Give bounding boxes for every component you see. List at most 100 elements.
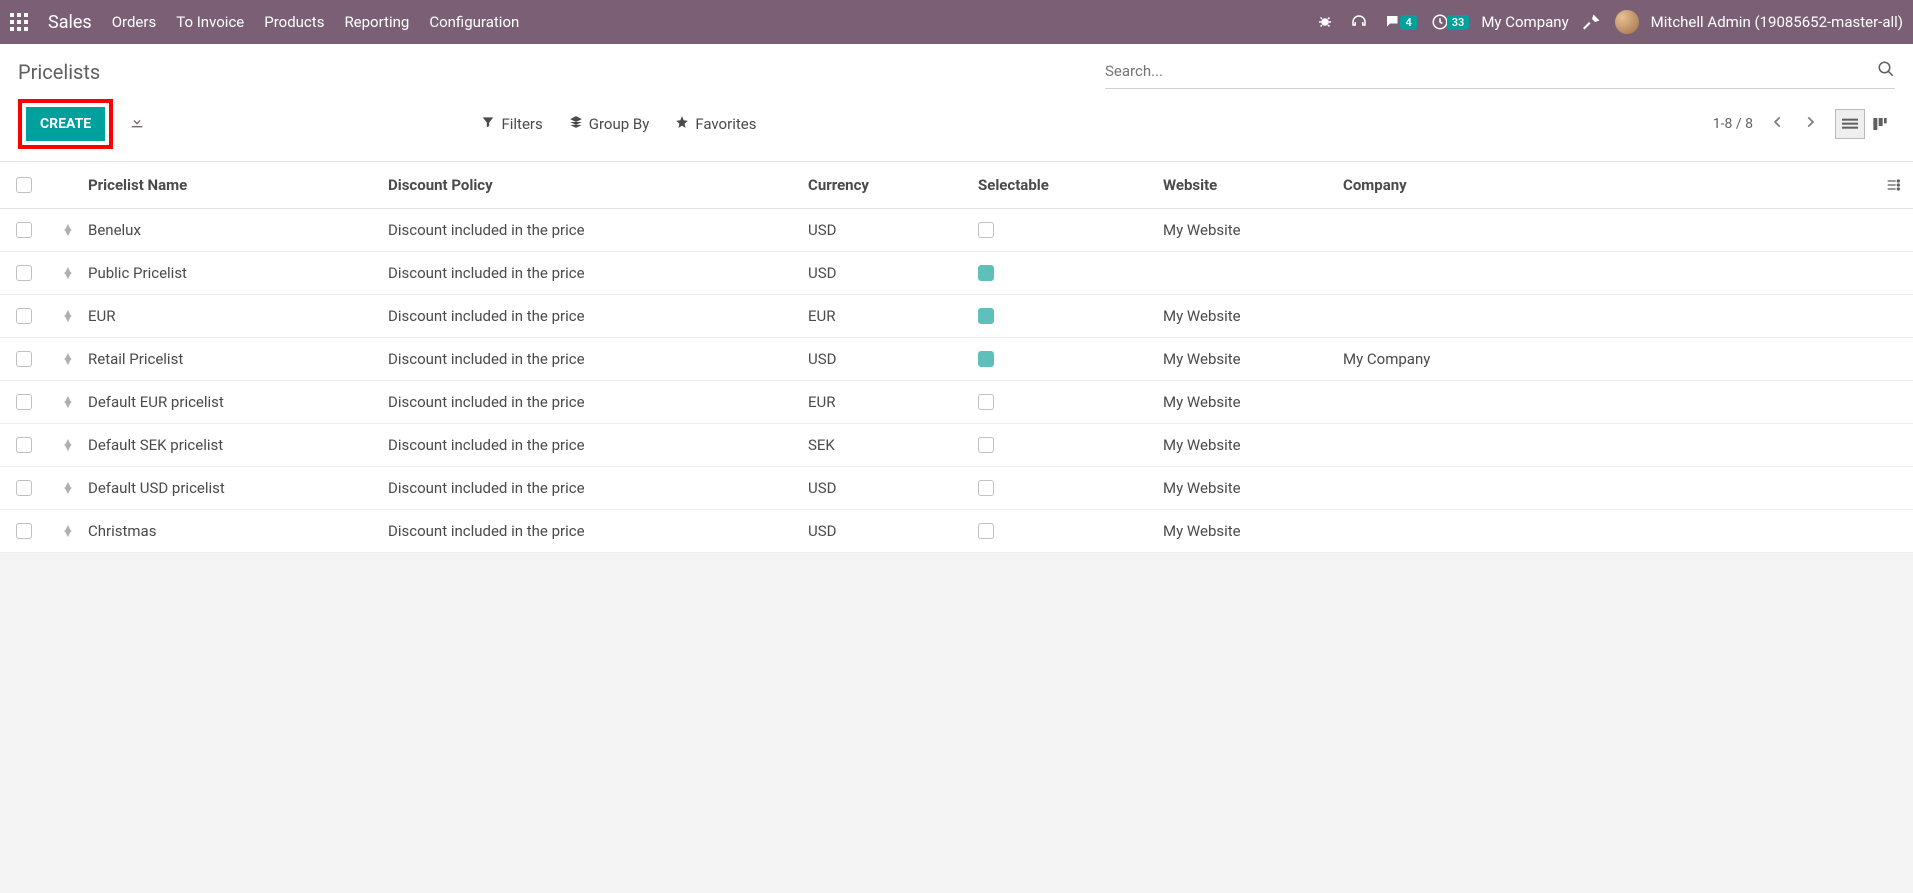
apps-icon[interactable] xyxy=(10,13,28,31)
create-highlight: CREATE xyxy=(18,99,113,149)
cell-curr: SEK xyxy=(808,436,978,454)
top-navbar: Sales Orders To Invoice Products Reporti… xyxy=(0,0,1913,44)
table-row[interactable]: ▲▼Default SEK pricelistDiscount included… xyxy=(0,424,1913,467)
nav-reporting[interactable]: Reporting xyxy=(344,13,409,31)
groupby-label: Group By xyxy=(589,115,650,133)
table-row[interactable]: ▲▼Default EUR pricelistDiscount included… xyxy=(0,381,1913,424)
cell-web: My Website xyxy=(1163,307,1343,325)
table-row[interactable]: ▲▼Default USD pricelistDiscount included… xyxy=(0,467,1913,510)
drag-handle-icon[interactable]: ▲▼ xyxy=(48,483,88,493)
col-comp[interactable]: Company xyxy=(1343,176,1873,194)
cell-disc: Discount included in the price xyxy=(388,479,808,497)
drag-handle-icon[interactable]: ▲▼ xyxy=(48,311,88,321)
drag-handle-icon[interactable]: ▲▼ xyxy=(48,225,88,235)
favorites-button[interactable]: Favorites xyxy=(675,115,756,133)
cell-name: Public Pricelist xyxy=(88,264,388,282)
cell-curr: USD xyxy=(808,350,978,368)
avatar[interactable] xyxy=(1615,10,1639,34)
search-icon[interactable] xyxy=(1877,60,1895,82)
cell-web: My Website xyxy=(1163,522,1343,540)
support-icon[interactable] xyxy=(1348,11,1370,33)
selectable-checkbox[interactable] xyxy=(978,265,994,281)
pager-next-icon[interactable] xyxy=(1803,115,1817,133)
drag-handle-icon[interactable]: ▲▼ xyxy=(48,526,88,536)
drag-handle-icon[interactable]: ▲▼ xyxy=(48,397,88,407)
selectable-checkbox[interactable] xyxy=(978,308,994,324)
cell-curr: EUR xyxy=(808,307,978,325)
cell-comp: My Company xyxy=(1343,350,1873,368)
selectable-checkbox[interactable] xyxy=(978,523,994,539)
table-row[interactable]: ▲▼BeneluxDiscount included in the priceU… xyxy=(0,209,1913,252)
search-input[interactable] xyxy=(1105,62,1877,80)
create-button[interactable]: CREATE xyxy=(26,107,105,141)
row-checkbox[interactable] xyxy=(16,437,32,453)
cell-disc: Discount included in the price xyxy=(388,350,808,368)
table-row[interactable]: ▲▼Public PricelistDiscount included in t… xyxy=(0,252,1913,295)
user-label[interactable]: Mitchell Admin (19085652-master-all) xyxy=(1651,13,1903,31)
view-list-icon[interactable] xyxy=(1835,109,1865,139)
table-header: Pricelist Name Discount Policy Currency … xyxy=(0,161,1913,209)
cell-name: Christmas xyxy=(88,522,388,540)
col-curr[interactable]: Currency xyxy=(808,176,978,194)
table-row[interactable]: ▲▼EURDiscount included in the priceEURMy… xyxy=(0,295,1913,338)
filters-button[interactable]: Filters xyxy=(481,115,542,133)
selectable-checkbox[interactable] xyxy=(978,480,994,496)
app-name[interactable]: Sales xyxy=(48,12,92,33)
drag-handle-icon[interactable]: ▲▼ xyxy=(48,268,88,278)
table-row[interactable]: ▲▼ChristmasDiscount included in the pric… xyxy=(0,510,1913,553)
nav-orders[interactable]: Orders xyxy=(112,13,157,31)
cell-name: Default USD pricelist xyxy=(88,479,388,497)
cell-disc: Discount included in the price xyxy=(388,264,808,282)
star-icon xyxy=(675,115,689,133)
col-name[interactable]: Pricelist Name xyxy=(88,176,388,194)
nav-to-invoice[interactable]: To Invoice xyxy=(176,13,244,31)
tools-icon[interactable] xyxy=(1581,11,1603,33)
cell-web: My Website xyxy=(1163,436,1343,454)
nav-configuration[interactable]: Configuration xyxy=(429,13,519,31)
search-bar xyxy=(1105,54,1895,89)
col-sel[interactable]: Selectable xyxy=(978,176,1163,194)
view-kanban-icon[interactable] xyxy=(1865,109,1895,139)
row-checkbox[interactable] xyxy=(16,351,32,367)
groupby-button[interactable]: Group By xyxy=(569,115,650,133)
select-all-checkbox[interactable] xyxy=(16,177,32,193)
cell-disc: Discount included in the price xyxy=(388,307,808,325)
row-checkbox[interactable] xyxy=(16,222,32,238)
company-switcher[interactable]: My Company xyxy=(1481,13,1568,31)
drag-handle-icon[interactable]: ▲▼ xyxy=(48,354,88,364)
cell-name: Retail Pricelist xyxy=(88,350,388,368)
debug-icon[interactable] xyxy=(1314,11,1336,33)
selectable-checkbox[interactable] xyxy=(978,222,994,238)
selectable-checkbox[interactable] xyxy=(978,437,994,453)
conversations-badge: 4 xyxy=(1400,15,1416,30)
row-checkbox[interactable] xyxy=(16,523,32,539)
selectable-checkbox[interactable] xyxy=(978,351,994,367)
favorites-label: Favorites xyxy=(695,115,756,133)
cell-disc: Discount included in the price xyxy=(388,221,808,239)
pager-prev-icon[interactable] xyxy=(1771,115,1785,133)
cell-name: Default SEK pricelist xyxy=(88,436,388,454)
col-disc[interactable]: Discount Policy xyxy=(388,176,808,194)
row-checkbox[interactable] xyxy=(16,480,32,496)
selectable-checkbox[interactable] xyxy=(978,394,994,410)
nav-products[interactable]: Products xyxy=(264,13,324,31)
filter-icon xyxy=(481,115,495,133)
cell-curr: USD xyxy=(808,264,978,282)
activities-badge: 33 xyxy=(1447,15,1470,30)
drag-handle-icon[interactable]: ▲▼ xyxy=(48,440,88,450)
download-icon[interactable] xyxy=(129,114,145,134)
cell-web: My Website xyxy=(1163,393,1343,411)
row-checkbox[interactable] xyxy=(16,265,32,281)
cell-disc: Discount included in the price xyxy=(388,436,808,454)
row-checkbox[interactable] xyxy=(16,394,32,410)
col-web[interactable]: Website xyxy=(1163,176,1343,194)
pager: 1-8 / 8 xyxy=(1713,116,1753,132)
page-title: Pricelists xyxy=(18,60,100,84)
cell-name: Benelux xyxy=(88,221,388,239)
column-options-icon[interactable] xyxy=(1873,177,1913,193)
cell-web: My Website xyxy=(1163,479,1343,497)
cell-web: My Website xyxy=(1163,350,1343,368)
row-checkbox[interactable] xyxy=(16,308,32,324)
table-row[interactable]: ▲▼Retail PricelistDiscount included in t… xyxy=(0,338,1913,381)
layers-icon xyxy=(569,115,583,133)
